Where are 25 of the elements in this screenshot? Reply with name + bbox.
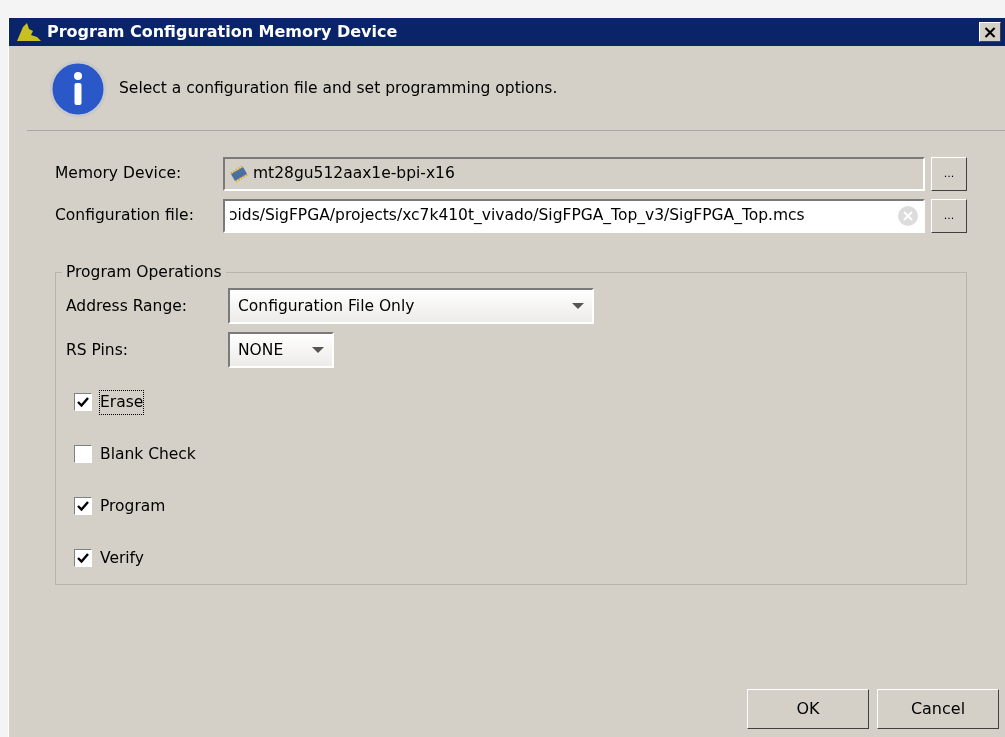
info-icon [49, 60, 107, 118]
ok-button[interactable]: OK [747, 689, 869, 729]
checkbox[interactable] [74, 445, 92, 464]
checkbox-label[interactable]: Erase [100, 390, 144, 414]
checkbox-label[interactable]: Verify [100, 546, 144, 570]
window-title: Program Configuration Memory Device [47, 21, 399, 43]
field-label: Address Range: [66, 295, 188, 317]
cancel-button[interactable]: Cancel [877, 689, 999, 729]
dropdown-arrow-icon [312, 347, 324, 354]
address-range-dropdown[interactable]: Configuration File Only [228, 288, 594, 325]
checkbox[interactable] [74, 549, 92, 568]
checkbox[interactable] [74, 497, 92, 516]
checkbox-label[interactable]: Program [100, 494, 166, 518]
close-button[interactable]: × [979, 22, 1001, 42]
instruction-text: Select a configuration file and set programming options. [119, 78, 558, 100]
configuration-file-field[interactable]: ɔids/SigFPGA/projects/xc7k410t_vivado/SigFPGA_Top_v3/SigFPGA_Top.mcs [223, 199, 925, 233]
field-label: Configuration file: [55, 205, 195, 227]
field-label: RS Pins: [66, 339, 129, 361]
checkbox-label[interactable]: Blank Check [100, 442, 196, 466]
dropdown-arrow-icon [572, 303, 584, 310]
field-label: Memory Device: [55, 163, 183, 185]
rs-pins-dropdown[interactable]: NONE [228, 332, 334, 369]
app-logo-icon [15, 21, 43, 43]
browse-button[interactable]: ... [931, 199, 967, 233]
checkbox[interactable] [74, 393, 92, 412]
